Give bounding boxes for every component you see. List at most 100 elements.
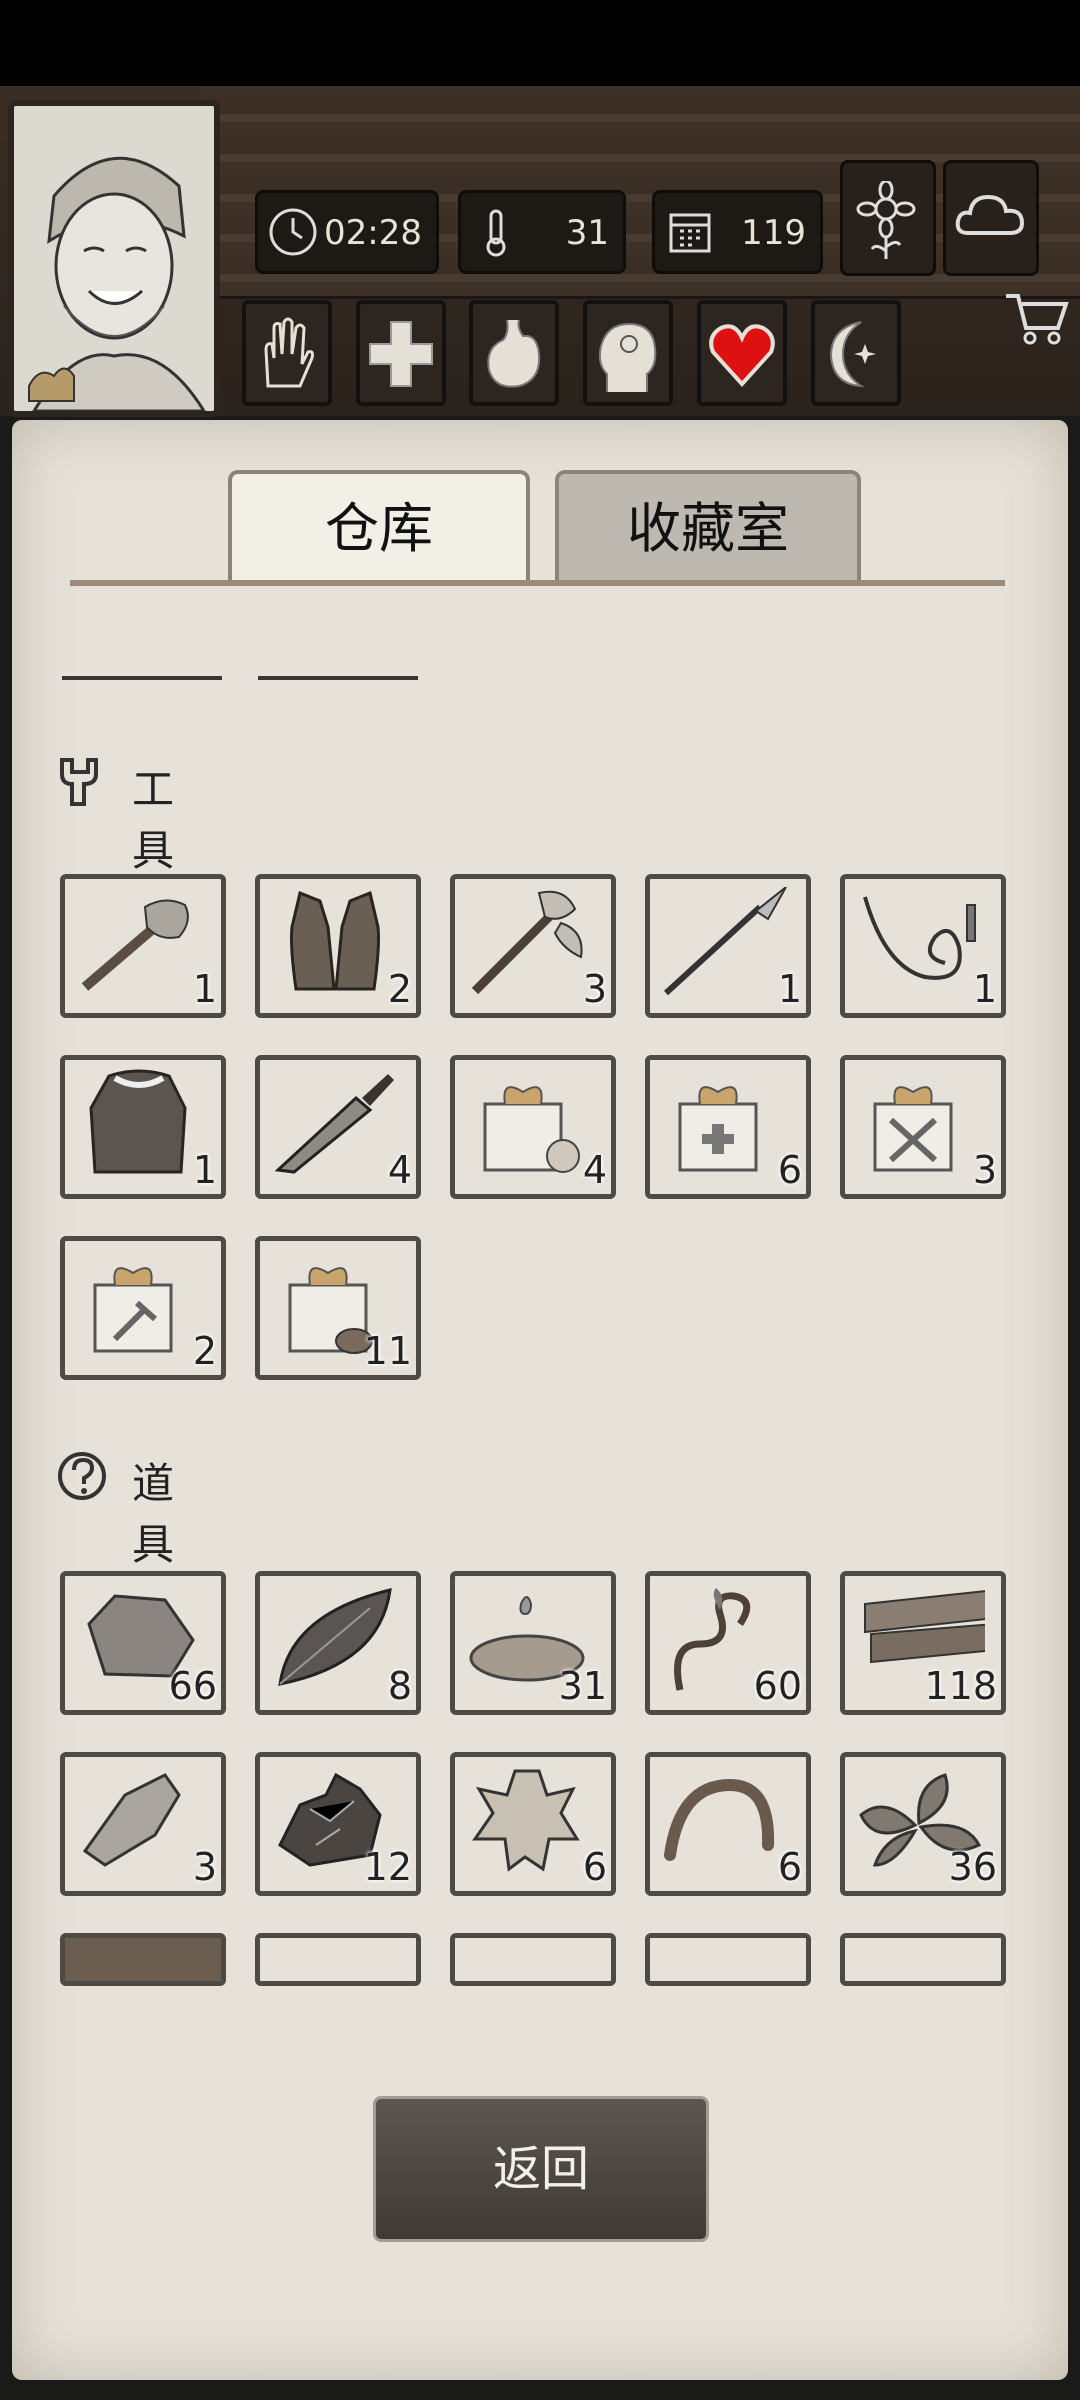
prop-item-partial[interactable] [255, 1933, 421, 1986]
status-hand[interactable] [242, 300, 332, 406]
item-count: 36 [948, 1845, 997, 1889]
prop-item-partial[interactable] [60, 1933, 226, 1986]
item-count: 66 [168, 1664, 217, 1708]
wrench-icon [60, 758, 98, 806]
tool-gift-box-icon [93, 1267, 173, 1353]
heart-icon [709, 324, 775, 387]
item-count: 6 [582, 1845, 607, 1889]
status-mind[interactable] [583, 300, 673, 406]
cloud-icon [955, 194, 1025, 235]
sunflower-button[interactable] [840, 160, 936, 276]
stone-axe-icon [81, 899, 189, 991]
prop-item[interactable]: 3 [60, 1752, 226, 1896]
tool-item[interactable]: 11 [255, 1236, 421, 1380]
item-count: 3 [192, 1845, 217, 1889]
tool-item[interactable]: 1 [60, 874, 226, 1018]
inventory-panel [12, 420, 1068, 2380]
item-count: 4 [387, 1148, 412, 1192]
tool-item[interactable]: 2 [60, 1236, 226, 1380]
animal-hide-icon [472, 1769, 580, 1872]
system-status-bar [0, 0, 1080, 86]
head-icon [598, 322, 657, 392]
item-count: 8 [387, 1664, 412, 1708]
filter-underline-2 [258, 676, 418, 680]
question-mark-icon [58, 1452, 106, 1500]
tool-item[interactable]: 1 [840, 874, 1006, 1018]
prop-item[interactable]: 118 [840, 1571, 1006, 1715]
tool-item[interactable]: 4 [255, 1055, 421, 1199]
clock-display: 02:28 [255, 190, 439, 274]
item-count: 1 [972, 967, 997, 1011]
medical-gift-box-icon [678, 1086, 758, 1172]
status-sleep[interactable] [811, 300, 901, 406]
item-count: 1 [777, 967, 802, 1011]
item-count: 2 [387, 967, 412, 1011]
hand-icon [264, 317, 314, 388]
prop-item[interactable]: 12 [255, 1752, 421, 1896]
prop-item[interactable]: 31 [450, 1571, 616, 1715]
tab-warehouse[interactable]: 仓库 [228, 470, 530, 584]
item-count: 1 [192, 967, 217, 1011]
tool-item[interactable]: 3 [450, 874, 616, 1018]
tool-item[interactable]: 6 [645, 1055, 811, 1199]
leather-vest-icon [290, 890, 380, 991]
item-count: 6 [777, 1148, 802, 1192]
moon-star-icon [829, 321, 876, 388]
prop-item[interactable]: 6 [450, 1752, 616, 1896]
tools-title: 工具 [132, 765, 175, 875]
item-count: 60 [753, 1664, 802, 1708]
prop-item[interactable]: 8 [255, 1571, 421, 1715]
character-portrait[interactable] [8, 100, 220, 417]
item-count: 4 [582, 1148, 607, 1192]
prop-item[interactable]: 60 [645, 1571, 811, 1715]
status-heart[interactable] [697, 300, 787, 406]
spear-icon [663, 887, 787, 996]
item-count: 2 [192, 1329, 217, 1373]
tab-collection[interactable]: 收藏室 [555, 470, 861, 584]
item-count: 118 [924, 1664, 997, 1708]
tool-item[interactable]: 1 [645, 874, 811, 1018]
weather-button[interactable] [943, 160, 1039, 276]
status-hunger[interactable] [469, 300, 559, 406]
temperature-display: 31 [458, 190, 626, 274]
prop-item[interactable]: 6 [645, 1752, 811, 1896]
stomach-icon [487, 319, 541, 388]
tab-divider [70, 580, 1005, 586]
filter-underline-1 [62, 676, 222, 680]
back-button[interactable]: 返回 [373, 2096, 709, 2242]
status-health[interactable] [356, 300, 446, 406]
prop-item[interactable]: 66 [60, 1571, 226, 1715]
leaf-icon [278, 1588, 392, 1686]
item-count: 3 [582, 967, 607, 1011]
item-count: 1 [192, 1148, 217, 1192]
temperature-value: 31 [565, 213, 609, 253]
time-value: 02:28 [324, 213, 422, 253]
food-gift-box-icon [483, 1086, 580, 1173]
battle-axe-icon [471, 890, 583, 995]
item-count: 3 [972, 1148, 997, 1192]
prop-item[interactable]: 36 [840, 1752, 1006, 1896]
whip-icon [863, 896, 976, 980]
worm-icon [664, 1778, 775, 1861]
tool-item[interactable]: 1 [60, 1055, 226, 1199]
tool-item[interactable]: 4 [450, 1055, 616, 1199]
medical-cross-icon [369, 321, 433, 387]
sunflower-icon [856, 181, 916, 259]
item-count: 12 [363, 1845, 412, 1889]
item-count: 6 [777, 1845, 802, 1889]
prop-item-partial[interactable] [840, 1933, 1006, 1986]
weapon-gift-box-icon [873, 1086, 953, 1172]
calendar-icon [669, 213, 711, 253]
flint-icon [82, 1773, 181, 1867]
clock-icon [269, 208, 317, 256]
prop-item-partial[interactable] [450, 1933, 616, 1986]
prop-item-partial[interactable] [645, 1933, 811, 1986]
tool-item[interactable]: 3 [840, 1055, 1006, 1199]
days-value: 119 [741, 213, 806, 253]
tool-item[interactable]: 2 [255, 874, 421, 1018]
day-counter: 119 [652, 190, 823, 274]
thermometer-icon [486, 209, 506, 257]
props-title: 道具 [132, 1459, 175, 1569]
fur-coat-icon [89, 1069, 187, 1174]
shop-cart-icon[interactable] [1002, 282, 1072, 352]
